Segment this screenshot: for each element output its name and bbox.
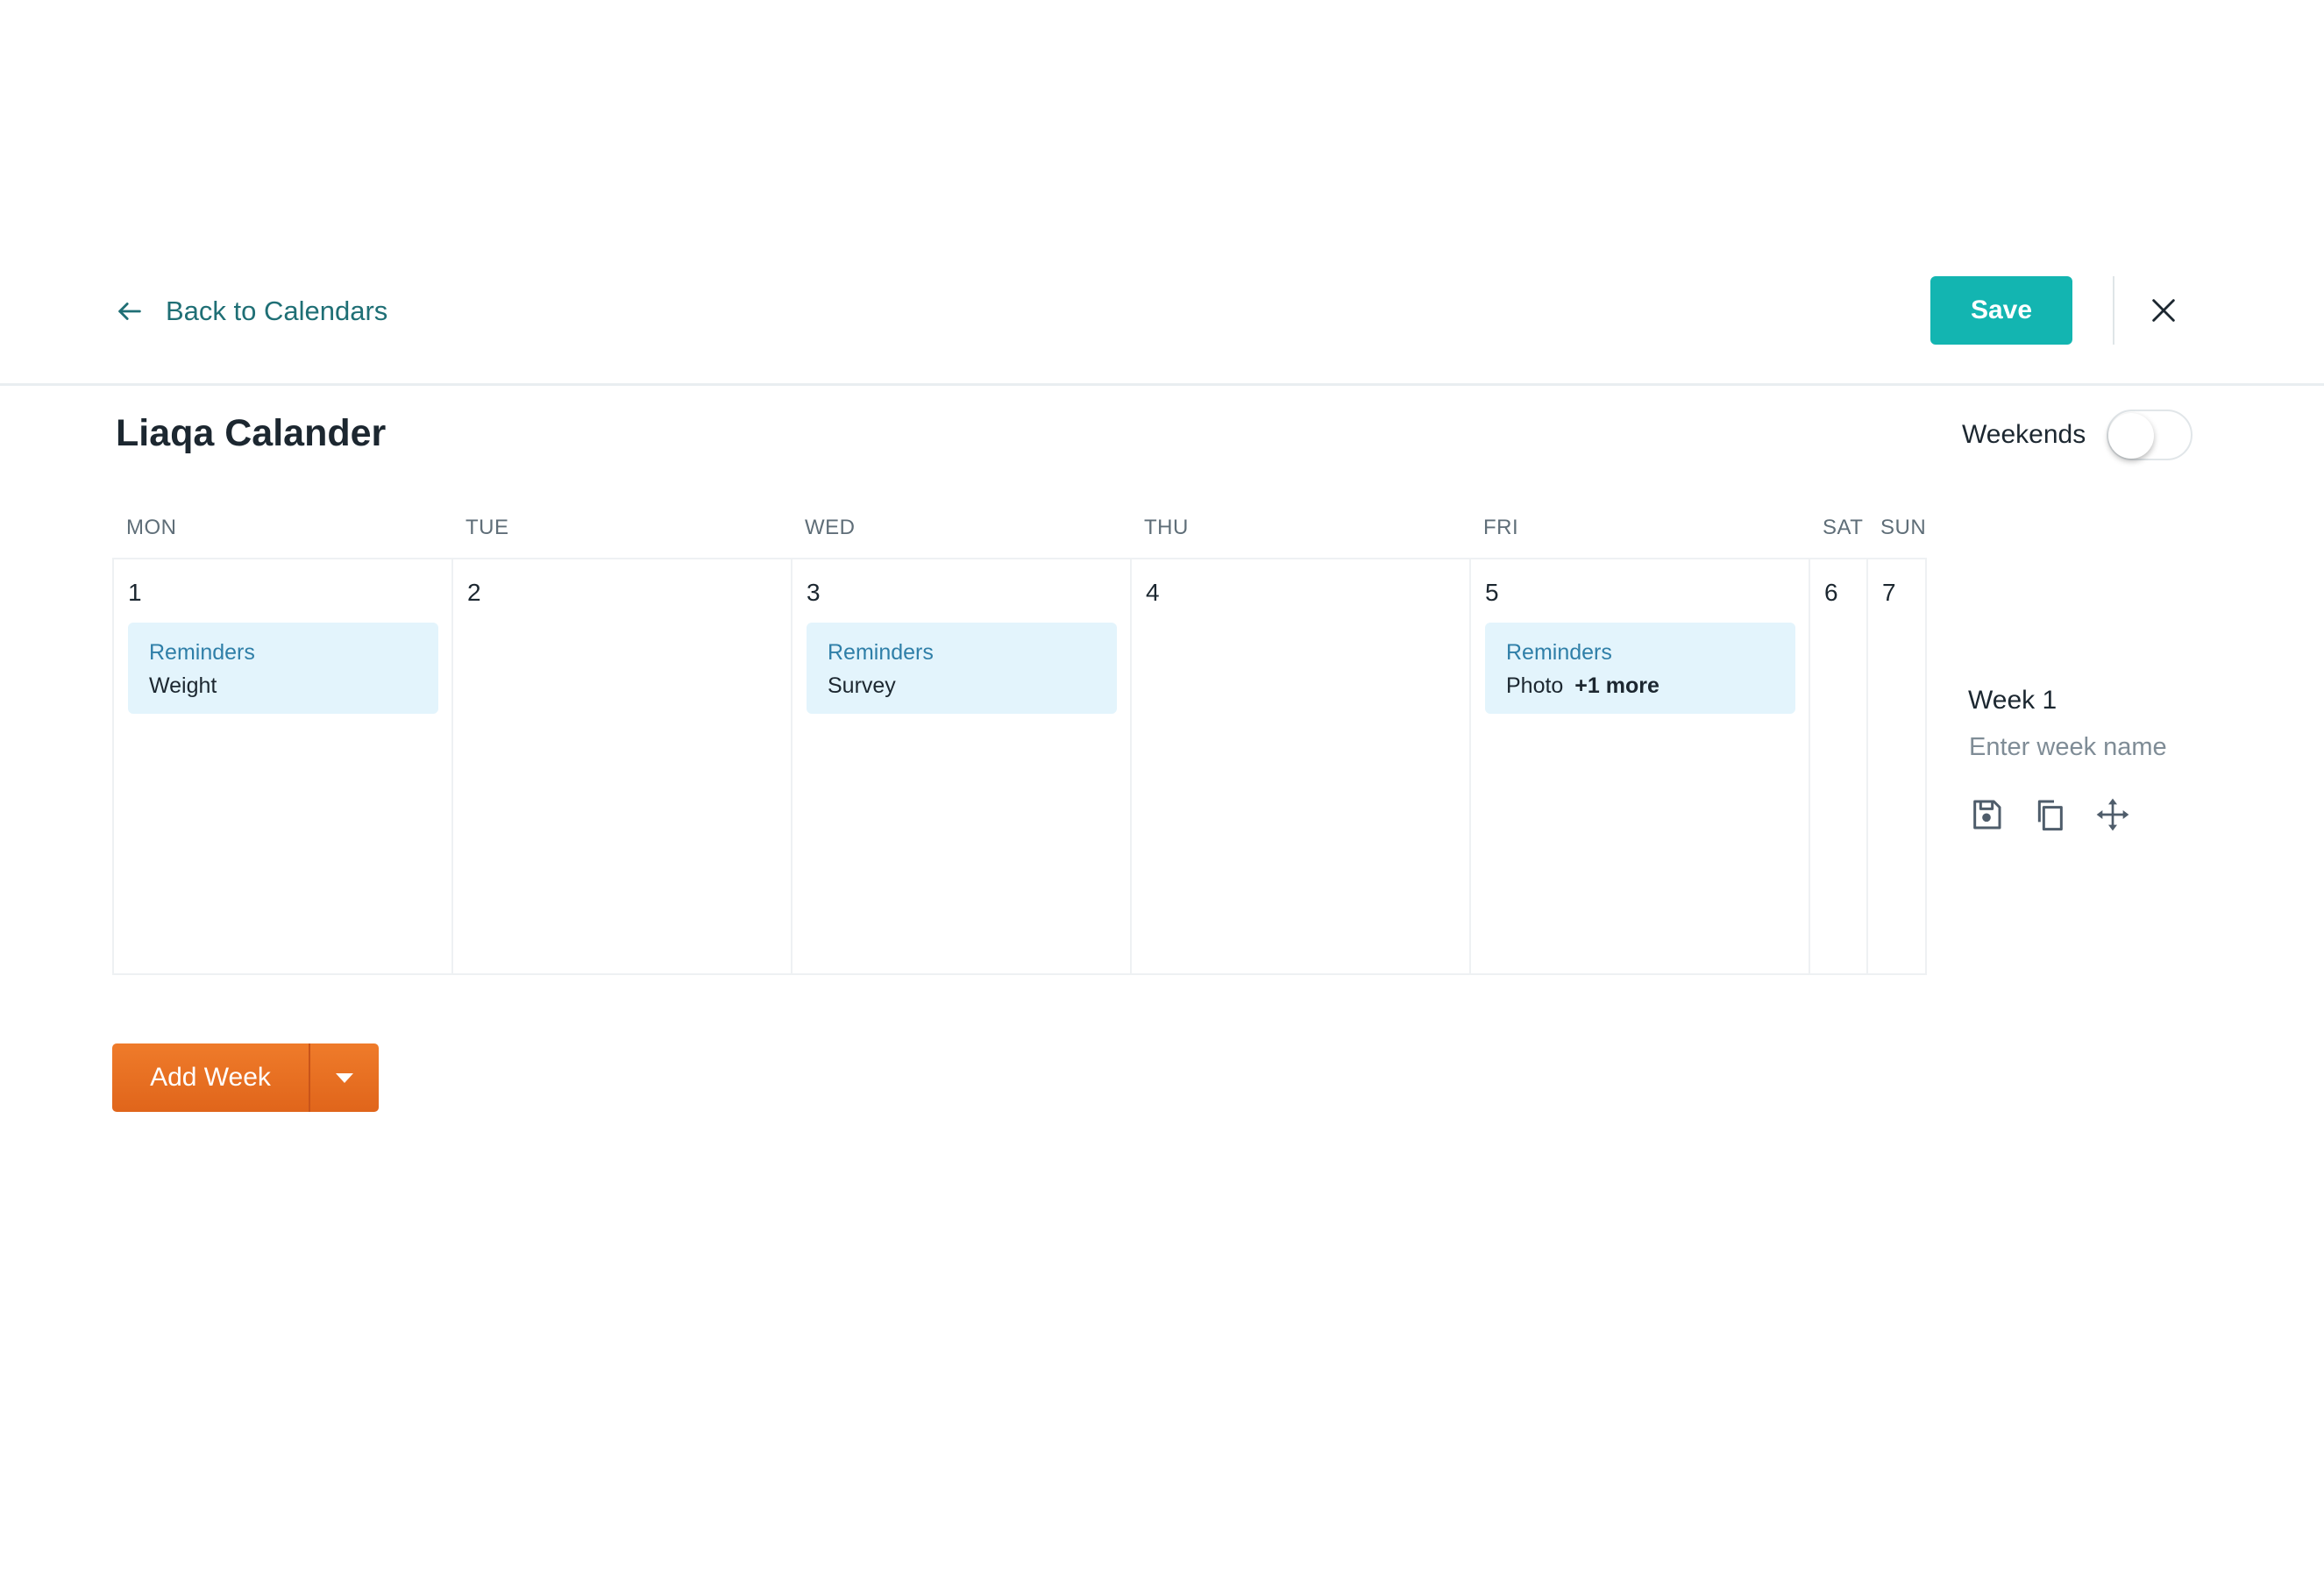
week-actions	[1968, 796, 2131, 833]
day-cell-3[interactable]: 3 Reminders Survey	[792, 559, 1132, 973]
add-week-button[interactable]: Add Week	[112, 1043, 310, 1112]
header-divider	[2113, 276, 2114, 345]
event-title: Reminders	[828, 640, 934, 665]
day-header-tue: TUE	[466, 516, 509, 539]
day-number: 7	[1882, 579, 1896, 606]
save-week-button[interactable]	[1968, 796, 2005, 833]
day-number: 3	[807, 579, 821, 606]
day-header-wed: WED	[805, 516, 856, 539]
day-number: 5	[1485, 579, 1499, 606]
day-cell-7[interactable]: 7	[1868, 559, 1927, 973]
move-icon	[2096, 798, 2129, 831]
day-number: 6	[1824, 579, 1838, 606]
save-icon	[1973, 800, 2001, 830]
add-week-split-button: Add Week	[112, 1043, 379, 1112]
day-header-sun: SUN	[1880, 516, 1927, 539]
arrow-left-icon	[118, 303, 141, 320]
back-link-label: Back to Calendars	[166, 296, 388, 326]
add-week-dropdown-button[interactable]	[310, 1043, 379, 1112]
event-text: Photo +1 more	[1506, 668, 1774, 703]
day-header-mon: MON	[126, 516, 177, 539]
day-number: 1	[128, 579, 142, 606]
week-label: Week 1	[1968, 686, 2057, 715]
caret-down-icon	[336, 1072, 353, 1083]
move-week-button[interactable]	[2094, 796, 2131, 833]
event-title: Reminders	[149, 640, 255, 665]
day-number: 4	[1146, 579, 1160, 606]
day-cell-5[interactable]: 5 Reminders Photo +1 more	[1471, 559, 1810, 973]
save-button[interactable]: Save	[1930, 276, 2072, 345]
week-name-input[interactable]	[1969, 728, 2232, 766]
event-text-main: Photo	[1506, 673, 1564, 698]
day-cell-1[interactable]: 1 Reminders Weight	[114, 559, 453, 973]
day-cell-6[interactable]: 6	[1810, 559, 1868, 973]
weekends-setting: Weekends	[1962, 410, 2193, 460]
event-card[interactable]: Reminders Weight	[128, 623, 438, 714]
day-number: 2	[467, 579, 481, 606]
back-to-calendars-link[interactable]: Back to Calendars	[115, 289, 387, 333]
toggle-knob	[2108, 413, 2155, 459]
day-header-thu: THU	[1144, 516, 1189, 539]
event-text: Survey	[828, 673, 896, 698]
event-card[interactable]: Reminders Survey	[807, 623, 1117, 714]
day-cell-2[interactable]: 2	[453, 559, 792, 973]
close-icon	[2152, 299, 2175, 322]
weekends-toggle[interactable]	[2107, 410, 2193, 460]
event-title: Reminders	[1506, 640, 1612, 665]
week-grid: 1 Reminders Weight 2 3 Reminders Survey …	[112, 558, 1927, 975]
day-header-fri: FRI	[1483, 516, 1519, 539]
close-button[interactable]	[2143, 289, 2185, 331]
day-header-sat: SAT	[1823, 516, 1864, 539]
weekends-label: Weekends	[1962, 420, 2086, 449]
more-events-link[interactable]: +1 more	[1574, 673, 1659, 698]
copy-week-button[interactable]	[2031, 796, 2068, 833]
page-title: Liaqa Calander	[116, 412, 387, 454]
copy-icon	[2037, 800, 2063, 831]
day-cell-4[interactable]: 4	[1132, 559, 1471, 973]
event-card[interactable]: Reminders Photo +1 more	[1485, 623, 1795, 714]
editor-header: Back to Calendars Save	[0, 0, 2324, 386]
event-text: Weight	[149, 673, 217, 698]
